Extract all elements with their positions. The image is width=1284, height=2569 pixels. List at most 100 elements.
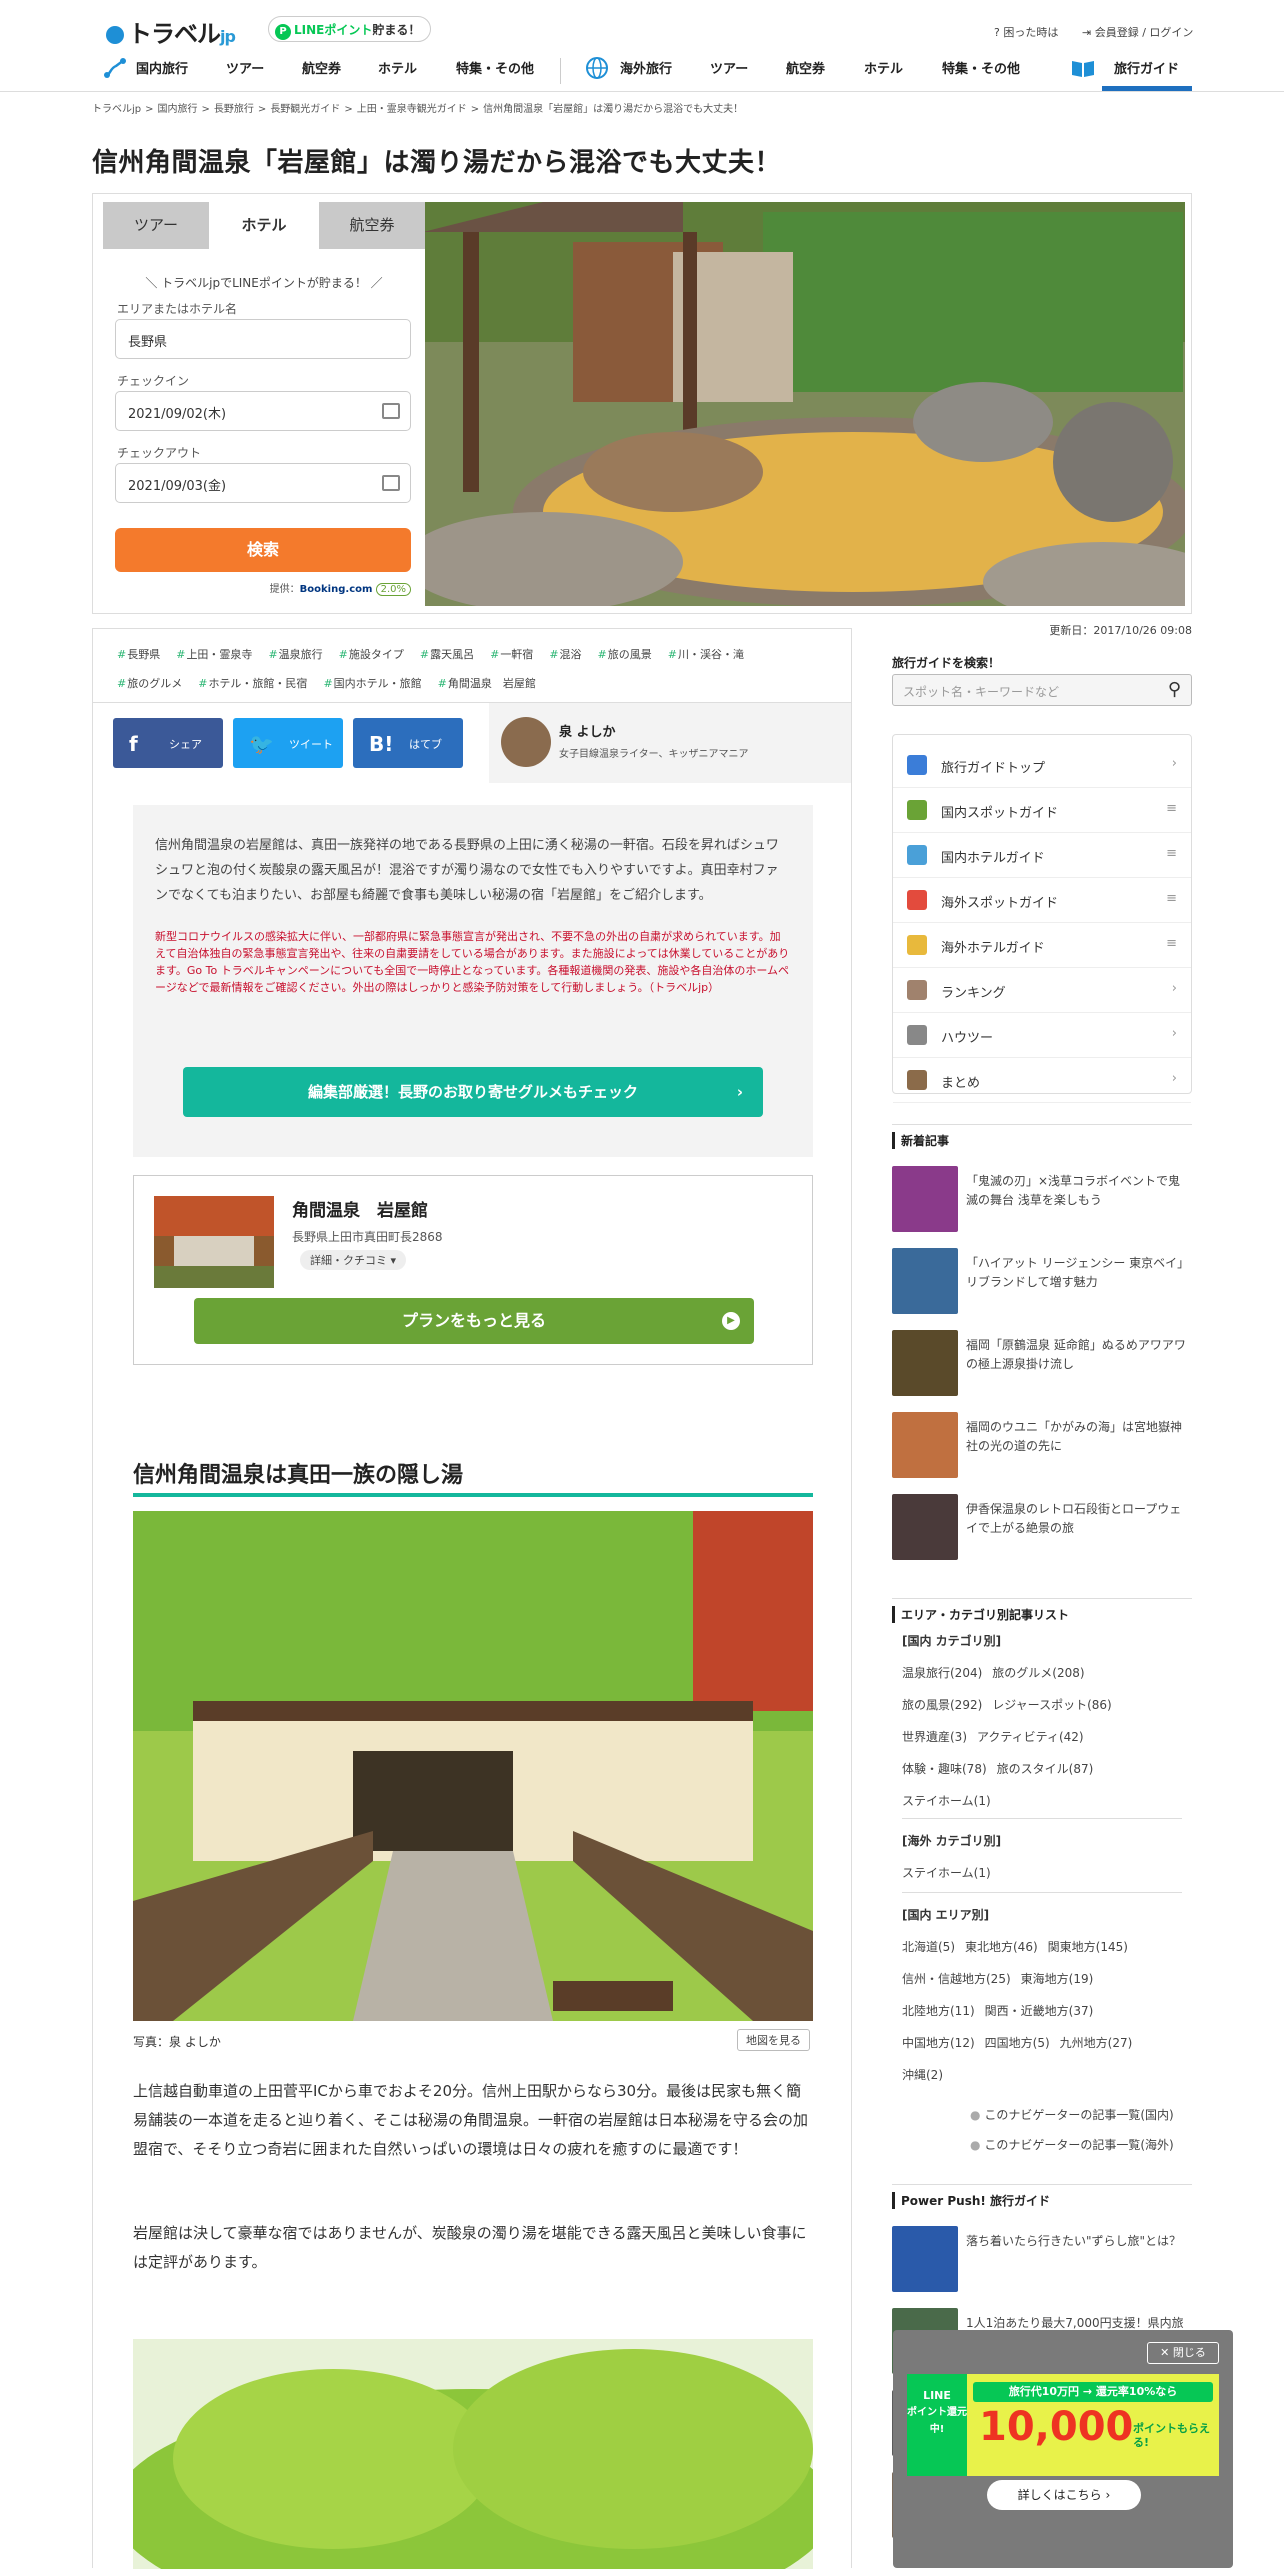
breadcrumb-item[interactable]: 信州角間温泉「岩屋館」は濁り湯だから混浴でも大丈夫！ [483, 104, 743, 115]
category-link[interactable]: 北海道(5) [902, 1938, 955, 1955]
guide-menu-item[interactable]: 国内ホテルガイド ≡ [893, 833, 1191, 878]
nav-travel-guide[interactable]: 旅行ガイド [1114, 58, 1179, 77]
breadcrumb-item[interactable]: 上田・霊泉寺観光ガイド [357, 104, 467, 115]
tab-flight[interactable]: 航空券 [319, 202, 425, 249]
nav-domestic[interactable]: 国内旅行 [136, 58, 188, 77]
close-popup-button[interactable]: ✕ 閉じる [1147, 2342, 1219, 2364]
nav-overseas-special[interactable]: 特集・その他 [942, 58, 1020, 77]
guide-menu-item[interactable]: ランキング › [893, 968, 1191, 1013]
category-link[interactable]: 東海地方(19) [1021, 1970, 1094, 1987]
category-link[interactable]: 北陸地方(11) [902, 2002, 975, 2019]
hash-icon: # [323, 677, 333, 690]
gourmet-check-button[interactable]: 編集部厳選！長野のお取り寄せグルメもチェック › [183, 1067, 763, 1117]
nav-domestic-hotel[interactable]: ホテル [378, 58, 417, 77]
intro-box: 信州角間温泉の岩屋館は、真田一族発祥の地である長野県の上田に湧く秘湯の一軒宿。石… [133, 805, 813, 1157]
new-article-item[interactable]: 伊香保温泉のレトロ石段街とロープウェイで上がる絶景の旅 [892, 1494, 1192, 1564]
twitter-share-button[interactable]: 🐦 ツイート [233, 718, 343, 768]
guide-menu-item[interactable]: 海外ホテルガイド ≡ [893, 923, 1191, 968]
chevron-right-icon: ≡ [1166, 936, 1177, 951]
power-push-item[interactable]: 落ち着いたら行きたい"ずらし旅"とは？ [892, 2226, 1192, 2296]
category-link[interactable]: 沖縄(2) [902, 2066, 943, 2083]
tag-link[interactable]: #川・渓谷・滝 [668, 646, 744, 662]
breadcrumb-item[interactable]: トラベルjp [92, 104, 141, 115]
tag-link[interactable]: #角間温泉 岩屋館 [438, 675, 536, 691]
tag-link[interactable]: #温泉旅行 [268, 646, 322, 662]
category-link[interactable]: 信州・信越地方(25) [902, 1970, 1011, 1987]
chevron-right-icon: › [1171, 756, 1177, 771]
checkin-input[interactable]: 2021/09/02(木) [115, 391, 411, 431]
breadcrumb-item[interactable]: 国内旅行 [158, 104, 198, 115]
category-link[interactable]: 九州地方(27) [1060, 2034, 1133, 2051]
hatena-bookmark-button[interactable]: B! はてブ [353, 718, 463, 768]
campaign-more-button[interactable]: 詳しくはこちら › [987, 2480, 1141, 2510]
author-box[interactable]: 泉 よしか 女子目線温泉ライター、キッザニアマニア [489, 703, 851, 783]
category-link[interactable]: 温泉旅行(204) [902, 1664, 982, 1681]
tag-link[interactable]: #混浴 [549, 646, 581, 662]
category-link[interactable]: 四国地方(5) [985, 2034, 1050, 2051]
guide-menu-item[interactable]: 海外スポットガイド ≡ [893, 878, 1191, 923]
checkout-input[interactable]: 2021/09/03(金) [115, 463, 411, 503]
guide-search-input[interactable]: スポット名・キーワードなど ⚲ [892, 674, 1192, 706]
hotel-thumbnail[interactable] [154, 1196, 274, 1288]
hotel-name[interactable]: 角間温泉 岩屋館 [292, 1196, 428, 1221]
line-points-badge[interactable]: P LINEポイント貯まる！ [268, 16, 432, 42]
tab-tour[interactable]: ツアー [103, 202, 209, 249]
guide-menu-item[interactable]: ハウツー › [893, 1013, 1191, 1058]
overseas-category-link[interactable]: ステイホーム(1) [902, 1864, 991, 1881]
nav-overseas-hotel[interactable]: ホテル [864, 58, 903, 77]
nav-domestic-air[interactable]: 航空券 [302, 58, 341, 77]
search-icon[interactable]: ⚲ [1168, 679, 1181, 700]
help-link[interactable]: ? 困った時は [994, 24, 1058, 40]
area-input[interactable]: 長野県 [115, 319, 411, 359]
breadcrumb-item[interactable]: 長野旅行 [214, 104, 254, 115]
nav-domestic-tour[interactable]: ツアー [226, 58, 264, 77]
login-link[interactable]: ⇥ 会員登録 / ログイン [1082, 24, 1193, 40]
hotel-detail-link[interactable]: 詳細・クチコミ ▾ [300, 1250, 407, 1270]
nav-domestic-special[interactable]: 特集・その他 [456, 58, 534, 77]
line-campaign-banner[interactable]: LINE ポイント還元中! 旅行代10万円 → 還元率10%なら 10,000 ポ… [907, 2374, 1219, 2476]
guide-menu-item[interactable]: 旅行ガイドトップ › [893, 743, 1191, 788]
search-button[interactable]: 検索 [115, 528, 411, 572]
breadcrumb: トラベルjp > 国内旅行 > 長野旅行 > 長野観光ガイド > 上田・霊泉寺観光ガイド > 信州角… [92, 100, 747, 115]
new-article-item[interactable]: 「ハイアット リージェンシー 東京ベイ」リブランドして増す魅力 [892, 1248, 1192, 1318]
nav-overseas[interactable]: 海外旅行 [620, 58, 672, 77]
category-link[interactable]: 体験・趣味(78) [902, 1760, 987, 1777]
facebook-share-button[interactable]: f シェア [113, 718, 223, 768]
navigator-articles-overseas-link[interactable]: ● このナビゲーターの記事一覧(海外) [970, 2136, 1174, 2153]
category-link[interactable]: レジャースポット(86) [992, 1696, 1111, 1713]
nav-overseas-air[interactable]: 航空券 [786, 58, 825, 77]
category-link[interactable]: 世界遺産(3) [902, 1728, 967, 1745]
tab-hotel[interactable]: ホテル [211, 202, 317, 249]
photo-credit: 写真：泉 よしか [133, 2035, 221, 2049]
category-link[interactable]: ステイホーム(1) [902, 1792, 991, 1809]
category-link[interactable]: アクティビティ(42) [977, 1728, 1084, 1745]
tag-link[interactable]: #露天風呂 [420, 646, 474, 662]
login-icon: ⇥ [1082, 26, 1092, 39]
view-map-button[interactable]: 地図を見る [737, 2029, 810, 2051]
nav-overseas-tour[interactable]: ツアー [710, 58, 748, 77]
tag-link[interactable]: #一軒宿 [490, 646, 533, 662]
category-link[interactable]: 東北地方(46) [965, 1938, 1038, 1955]
site-logo[interactable]: トラベルjp [106, 14, 236, 49]
category-link[interactable]: 関西・近畿地方(37) [985, 2002, 1094, 2019]
new-article-item[interactable]: 福岡「原鶴温泉 延命館」ぬるめアワアワの極上源泉掛け流し [892, 1330, 1192, 1400]
tag-link[interactable]: #長野県 [117, 646, 160, 662]
tag-link[interactable]: #旅の風景 [598, 646, 652, 662]
category-link[interactable]: 中国地方(12) [902, 2034, 975, 2051]
guide-menu-item[interactable]: 国内スポットガイド ≡ [893, 788, 1191, 833]
tag-link[interactable]: #上田・霊泉寺 [176, 646, 252, 662]
category-link[interactable]: 旅のスタイル(87) [997, 1760, 1094, 1777]
new-article-item[interactable]: 福岡のウユニ「かがみの海」は宮地嶽神社の光の道の先に [892, 1412, 1192, 1482]
navigator-articles-domestic-link[interactable]: ● このナビゲーターの記事一覧(国内) [970, 2106, 1174, 2123]
tag-link[interactable]: #ホテル・旅館・民宿 [198, 675, 307, 691]
tag-link[interactable]: #旅のグルメ [117, 675, 182, 691]
category-link[interactable]: 関東地方(145) [1048, 1938, 1128, 1955]
tag-link[interactable]: #国内ホテル・旅館 [323, 675, 421, 691]
category-link[interactable]: 旅のグルメ(208) [992, 1664, 1084, 1681]
guide-menu-item[interactable]: まとめ › [893, 1058, 1191, 1103]
more-plans-button[interactable]: プランをもっと見る ▶ [194, 1298, 754, 1344]
breadcrumb-item[interactable]: 長野観光ガイド [270, 104, 340, 115]
tag-link[interactable]: #施設タイプ [339, 646, 404, 662]
new-article-item[interactable]: 「鬼滅の刃」×浅草コラボイベントで鬼滅の舞台 浅草を楽しもう [892, 1166, 1192, 1236]
category-link[interactable]: 旅の風景(292) [902, 1696, 982, 1713]
